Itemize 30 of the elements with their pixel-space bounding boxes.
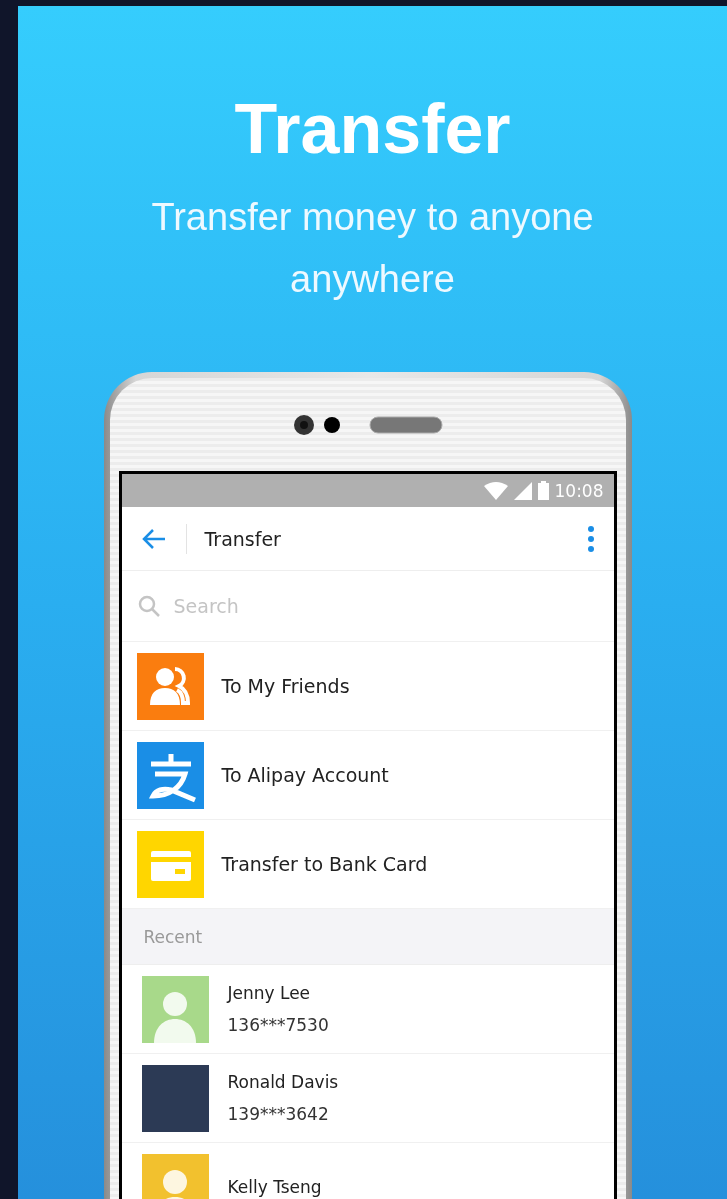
contact-phone: 139***3642 bbox=[227, 1103, 330, 1126]
contact-name: Ronald Davis bbox=[227, 1071, 339, 1094]
back-arrow-icon bbox=[141, 527, 166, 550]
more-menu-button[interactable] bbox=[587, 525, 594, 552]
signal-icon bbox=[513, 481, 532, 500]
app-bar-title: Transfer bbox=[204, 527, 282, 550]
battery-icon bbox=[537, 481, 549, 500]
search-icon bbox=[137, 595, 160, 617]
contact-row[interactable]: Kelly Tseng bbox=[121, 1143, 614, 1199]
transfer-option[interactable]: To Alipay Account bbox=[121, 731, 614, 820]
contact-name: Kelly Tseng bbox=[227, 1176, 322, 1199]
search-field[interactable]: Search bbox=[171, 594, 476, 618]
transfer-option[interactable]: To My Friends bbox=[121, 642, 614, 731]
contact-row[interactable]: Ronald Davis 139***3642 bbox=[121, 1054, 614, 1143]
back-button[interactable] bbox=[141, 527, 166, 550]
contact-phone: 136***7530 bbox=[227, 1014, 329, 1037]
recent-header: Recent bbox=[143, 926, 203, 947]
wifi-icon bbox=[483, 481, 508, 500]
contact-name: Jenny Lee bbox=[227, 982, 312, 1005]
alipay-option-icon bbox=[136, 741, 204, 809]
headline-subtitle: Transfer money to anyone anywhere bbox=[150, 195, 595, 302]
headline-title: Transfer bbox=[234, 94, 511, 164]
speaker-grille-icon bbox=[368, 415, 443, 434]
contact-row[interactable]: Jenny Lee 136***7530 bbox=[121, 965, 614, 1054]
camera-icon bbox=[292, 413, 343, 436]
friends-option-icon bbox=[136, 652, 204, 720]
more-icon bbox=[587, 525, 594, 552]
status-time: 10:08 bbox=[554, 480, 604, 501]
card-option-icon bbox=[136, 830, 204, 898]
transfer-option[interactable]: Transfer to Bank Card bbox=[121, 820, 614, 909]
